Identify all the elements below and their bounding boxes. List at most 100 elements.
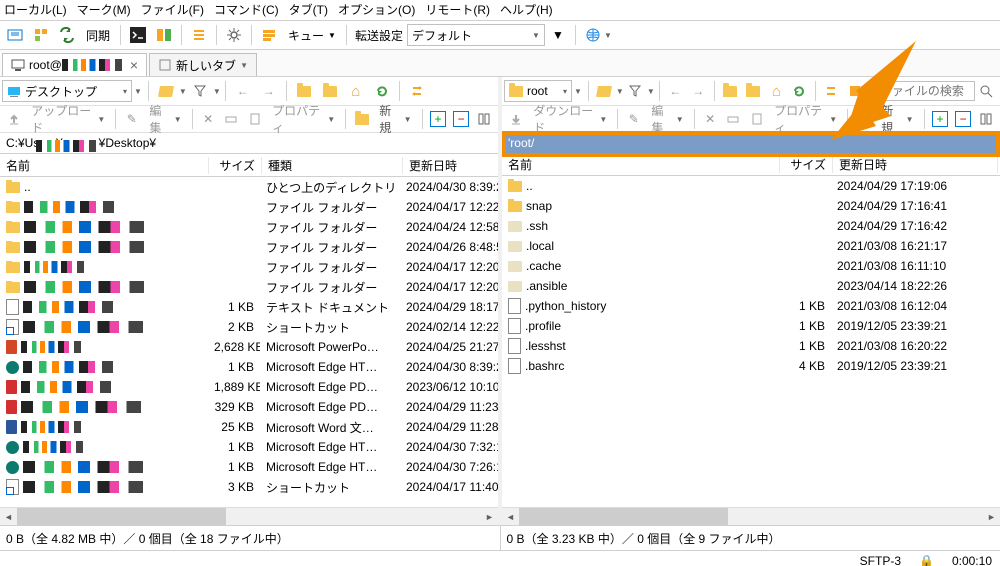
local-delete-icon[interactable]: ✕ <box>198 107 219 131</box>
toolbar-new-session-icon[interactable] <box>3 23 27 47</box>
menu-option[interactable]: オプション(O) <box>338 0 415 20</box>
local-rename-icon[interactable] <box>221 107 242 131</box>
remote-fwd-icon[interactable]: → <box>688 79 709 103</box>
list-item[interactable]: .lesshst1 KB2021/03/08 16:20:22rw---- <box>502 336 1000 356</box>
download-icon[interactable] <box>505 107 526 131</box>
local-fwd-icon[interactable]: → <box>257 79 281 103</box>
remote-hscroll[interactable]: ◄► <box>502 507 1000 525</box>
local-file-list[interactable]: ..ひとつ上のディレクトリ2024/04/30 8:39:26ファイル フォルダ… <box>0 177 498 507</box>
list-item[interactable]: .python_history1 KB2021/03/08 16:12:04rw… <box>502 296 1000 316</box>
list-item[interactable]: snap2024/04/29 17:16:41rwx--- <box>502 196 1000 216</box>
remote-file-list[interactable]: ..2024/04/29 17:19:06rwxr--snap2024/04/2… <box>502 176 1000 507</box>
local-hscroll[interactable]: ◄► <box>0 507 498 525</box>
toolbar-queue-button[interactable]: キュー▼ <box>282 24 342 46</box>
local-props-icon[interactable] <box>244 107 265 131</box>
menubar[interactable]: ローカル(L) マーク(M) ファイル(F) コマンド(C) タブ(T) オプシ… <box>0 0 1000 21</box>
remote-sync-browse-icon[interactable] <box>821 79 842 103</box>
local-back-icon[interactable]: ← <box>231 79 255 103</box>
remote-props-button[interactable]: プロパティ▼ <box>768 102 843 136</box>
local-root-icon[interactable] <box>318 79 342 103</box>
col-size[interactable]: サイズ <box>209 157 262 174</box>
list-item[interactable]: 1 KBMicrosoft Edge HT…2024/04/30 8:39:26 <box>0 357 498 377</box>
list-item[interactable]: 3 KBショートカット2024/04/17 11:40:43 <box>0 477 498 497</box>
menu-remote[interactable]: リモート(R) <box>425 0 490 20</box>
local-filter-icon[interactable] <box>188 79 212 103</box>
session-tab[interactable]: root@ × <box>2 53 147 76</box>
local-minus-icon[interactable]: − <box>451 107 472 131</box>
local-up-icon[interactable] <box>292 79 316 103</box>
remote-rename-icon[interactable] <box>723 107 744 131</box>
list-item[interactable]: .profile1 KB2019/12/05 23:39:21rw-r-- <box>502 316 1000 336</box>
local-new-icon[interactable] <box>351 107 372 131</box>
toolbar-sync-browse-icon[interactable] <box>55 23 79 47</box>
col-type[interactable]: 種類 <box>262 157 403 174</box>
remote-up-icon[interactable] <box>720 79 741 103</box>
local-home-icon[interactable]: ⌂ <box>344 79 368 103</box>
remote-location-combo[interactable]: root▾ <box>504 80 572 102</box>
list-item[interactable]: ..ひとつ上のディレクトリ2024/04/30 8:39:26 <box>0 177 498 197</box>
menu-tab[interactable]: タブ(T) <box>289 0 328 20</box>
remote-path-bar[interactable]: 'root/ <box>502 133 1000 153</box>
list-item[interactable]: ファイル フォルダー2024/04/26 8:48:50 <box>0 237 498 257</box>
list-item[interactable]: ..2024/04/29 17:19:06rwxr-- <box>502 176 1000 196</box>
toolbar-queue-icon[interactable] <box>257 23 281 47</box>
list-item[interactable]: ファイル フォルダー2024/04/17 12:20:09 <box>0 257 498 277</box>
list-item[interactable]: 329 KBMicrosoft Edge PD…2024/04/29 11:23… <box>0 397 498 417</box>
col-name-r[interactable]: 名前 <box>502 156 780 173</box>
list-item[interactable]: 1,889 KBMicrosoft Edge PD…2023/06/12 10:… <box>0 377 498 397</box>
list-item[interactable]: 1 KBテキスト ドキュメント2024/04/29 18:17:05 <box>0 297 498 317</box>
toolbar-list-icon[interactable] <box>187 23 211 47</box>
local-refresh-icon[interactable] <box>370 79 394 103</box>
close-tab-icon[interactable]: × <box>130 57 138 73</box>
local-props-button[interactable]: プロパティ▼ <box>266 102 341 136</box>
remote-new-icon[interactable] <box>853 107 874 131</box>
list-item[interactable]: ファイル フォルダー2024/04/24 12:58:42 <box>0 217 498 237</box>
remote-refresh-icon[interactable] <box>789 79 810 103</box>
list-item[interactable]: .bashrc4 KB2019/12/05 23:39:21rw-r-- <box>502 356 1000 376</box>
toolbar-sites-icon[interactable] <box>29 23 53 47</box>
remote-home-icon[interactable]: ⌂ <box>766 79 787 103</box>
menu-local[interactable]: ローカル(L) <box>4 0 67 20</box>
toolbar-sync-button[interactable]: 同期 <box>80 24 116 46</box>
col-name[interactable]: 名前 <box>0 157 209 174</box>
local-open-folder-icon[interactable] <box>154 79 178 103</box>
menu-file[interactable]: ファイル(F) <box>141 0 204 20</box>
local-location-combo[interactable]: デスクトップ▾ <box>2 80 132 102</box>
local-tree-icon[interactable] <box>474 107 495 131</box>
remote-root-icon[interactable] <box>743 79 764 103</box>
list-item[interactable]: 1 KBMicrosoft Edge HT…2024/04/30 7:32:13 <box>0 437 498 457</box>
menu-help[interactable]: ヘルプ(H) <box>500 0 553 20</box>
new-tab-button[interactable]: 新しいタブ ▼ <box>149 53 257 76</box>
list-item[interactable]: ファイル フォルダー2024/04/17 12:22:58 <box>0 197 498 217</box>
col-date-r[interactable]: 更新日時 <box>833 156 998 173</box>
remote-delete-icon[interactable]: ✕ <box>700 107 721 131</box>
remote-bookmark-icon[interactable] <box>844 79 865 103</box>
transfer-preset-combo[interactable]: デフォルト▼ <box>407 24 545 46</box>
download-button[interactable]: ダウンロード▼ <box>527 102 613 136</box>
list-item[interactable]: 2,628 KBMicrosoft PowerPo…2024/04/25 21:… <box>0 337 498 357</box>
remote-tree-icon[interactable] <box>976 107 997 131</box>
toolbar-gear-icon[interactable] <box>222 23 246 47</box>
col-size-r[interactable]: サイズ <box>780 156 833 173</box>
upload-icon[interactable] <box>3 107 24 131</box>
remote-columns-header[interactable]: 名前 サイズ 更新日時 パーミ… <box>502 153 1000 176</box>
remote-back-icon[interactable]: ← <box>665 79 686 103</box>
list-item[interactable]: 25 KBMicrosoft Word 文…2024/04/29 11:28:0… <box>0 417 498 437</box>
toolbar-compare-icon[interactable] <box>152 23 176 47</box>
list-item[interactable]: ファイル フォルダー2024/04/17 12:20:50 <box>0 277 498 297</box>
list-item[interactable]: .cache2021/03/08 16:11:10rwx--- <box>502 256 1000 276</box>
local-path-bar[interactable]: C:¥Users¥ ¥Desktop¥ <box>0 133 498 154</box>
list-item[interactable]: .local2021/03/08 16:21:17rwxr-- <box>502 236 1000 256</box>
toolbar-transfer-settings-icon[interactable]: ▼ <box>546 23 570 47</box>
remote-plus-icon[interactable]: + <box>929 107 950 131</box>
toolbar-globe-icon[interactable] <box>581 23 605 47</box>
remote-filter-icon[interactable] <box>625 79 646 103</box>
local-plus-icon[interactable]: + <box>427 107 448 131</box>
remote-edit-icon[interactable]: ✎ <box>623 107 644 131</box>
local-edit-icon[interactable]: ✎ <box>121 107 142 131</box>
menu-command[interactable]: コマンド(C) <box>214 0 279 20</box>
local-edit-button[interactable]: 編集▼ <box>143 102 187 136</box>
local-columns-header[interactable]: 名前 サイズ 種類 更新日時 <box>0 154 498 177</box>
list-item[interactable]: 1 KBMicrosoft Edge HT…2024/04/30 7:26:13 <box>0 457 498 477</box>
upload-button[interactable]: アップロード▼ <box>25 102 111 136</box>
